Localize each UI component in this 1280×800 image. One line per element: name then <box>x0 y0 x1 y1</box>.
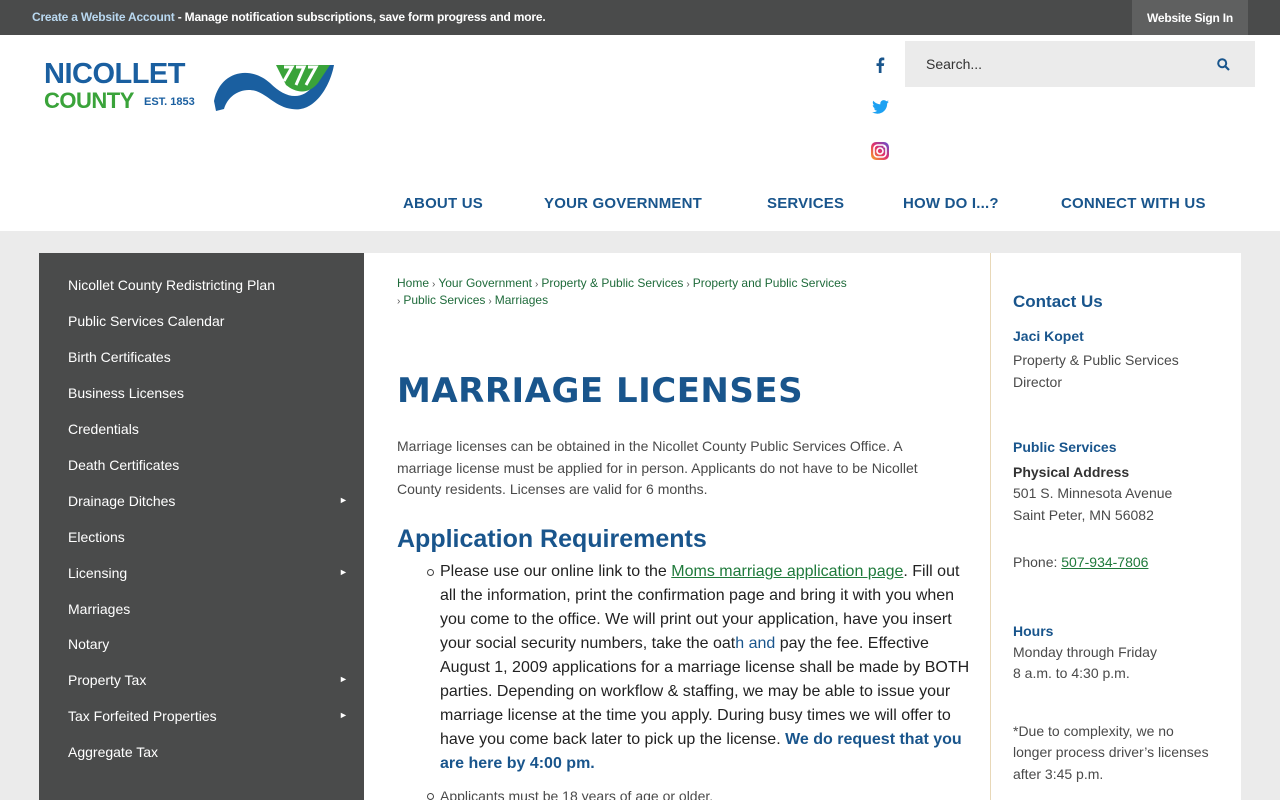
breadcrumb-line2: › Public Services › Marriages <box>397 293 549 307</box>
sidebar-item-credentials[interactable]: Credentials <box>68 421 139 437</box>
hours-line1: Monday through Friday <box>1013 644 1157 660</box>
phone-row: Phone: 507-934-7806 <box>1013 552 1148 574</box>
create-account-link[interactable]: Create a Website Account <box>32 10 175 24</box>
address-line2: Saint Peter, MN 56082 <box>1013 507 1154 523</box>
sidebar-item-notary[interactable]: Notary <box>68 636 109 652</box>
submenu-arrow-icon[interactable]: ► <box>339 567 348 577</box>
twitter-icon[interactable] <box>868 95 892 119</box>
list-item-text: h and <box>735 635 780 652</box>
list-item: Applicants must be 18 years of age or ol… <box>427 784 970 800</box>
facebook-icon[interactable] <box>868 53 892 77</box>
logo-line1: NICOLLET <box>44 58 186 90</box>
note-line2: longer process driver’s licenses <box>1013 744 1209 760</box>
nav-connect-with-us[interactable]: CONNECT WITH US <box>1061 195 1206 212</box>
sidebar-item-business-licenses[interactable]: Business Licenses <box>68 385 184 401</box>
nicollet-county-logo[interactable]: NICOLLET COUNTY EST. 1853 <box>42 59 337 121</box>
top-bar: Create a Website Account - Manage notifi… <box>0 0 1280 35</box>
nav-services[interactable]: SERVICES <box>767 195 844 212</box>
sidebar-nav: Nicollet County Redistricting Plan Publi… <box>39 253 364 800</box>
moms-marriage-application-link[interactable]: Moms marriage application page <box>671 563 903 580</box>
sidebar-item-elections[interactable]: Elections <box>68 529 125 545</box>
submenu-arrow-icon[interactable]: ► <box>339 495 348 505</box>
department-link[interactable]: Public Services <box>1013 439 1117 455</box>
hours-heading: Hours <box>1013 623 1054 639</box>
contact-role-line2: Director <box>1013 374 1063 390</box>
sidebar-item-birth-certificates[interactable]: Birth Certificates <box>68 349 171 365</box>
phone-label: Phone: <box>1013 554 1062 570</box>
sidebar-item-redistricting-plan[interactable]: Nicollet County Redistricting Plan <box>68 277 275 293</box>
search-button[interactable] <box>1211 53 1235 75</box>
sidebar-item-marriages[interactable]: Marriages <box>68 601 130 617</box>
submenu-arrow-icon[interactable]: ► <box>339 710 348 720</box>
logo-wave-icon <box>214 65 334 111</box>
list-item: Please use our online link to the Moms m… <box>427 560 970 776</box>
note-line3: after 3:45 p.m. <box>1013 766 1104 782</box>
breadcrumb-marriages[interactable]: Marriages <box>495 293 548 307</box>
contact-us-heading: Contact Us <box>1013 292 1103 311</box>
sidebar-item-tax-forfeited-properties[interactable]: Tax Forfeited Properties <box>68 708 217 724</box>
logo-line2: COUNTY <box>44 88 134 113</box>
contact-sidebar: Contact Us Jaci Kopet Property & Public … <box>990 253 1241 800</box>
breadcrumb-public-services[interactable]: Public Services <box>403 293 485 307</box>
application-requirements-heading: Application Requirements <box>397 525 707 553</box>
contact-name-link[interactable]: Jaci Kopet <box>1013 328 1084 344</box>
search-input[interactable] <box>905 41 1205 87</box>
account-message: Create a Website Account - Manage notifi… <box>32 10 546 24</box>
search-icon <box>1216 57 1230 71</box>
main-content: Home › Your Government › Property & Public S… <box>364 253 990 800</box>
sidebar-item-licensing[interactable]: Licensing <box>68 565 127 581</box>
account-message-text: - Manage notification subscriptions, sav… <box>174 10 546 24</box>
address-line1: 501 S. Minnesota Avenue <box>1013 485 1173 501</box>
sidebar-item-aggregate-tax[interactable]: Aggregate Tax <box>68 744 158 760</box>
sidebar-item-drainage-ditches[interactable]: Drainage Ditches <box>68 493 175 509</box>
requirements-list: Please use our online link to the Moms m… <box>427 560 970 800</box>
nav-how-do-i[interactable]: HOW DO I...? <box>903 195 999 212</box>
breadcrumb: Home › Your Government › Property & Public S… <box>397 276 847 290</box>
sidebar-item-death-certificates[interactable]: Death Certificates <box>68 457 179 473</box>
contact-role-line1: Property & Public Services <box>1013 352 1179 368</box>
page-title: MARRIAGE LICENSES <box>397 371 804 411</box>
submenu-arrow-icon[interactable]: ► <box>339 674 348 684</box>
note-line1: *Due to complexity, we no <box>1013 723 1174 739</box>
site-header: NICOLLET COUNTY EST. 1853 ABOUT US YOUR … <box>0 35 1280 231</box>
sidebar-item-public-services-calendar[interactable]: Public Services Calendar <box>68 313 224 329</box>
breadcrumb-property-public-services[interactable]: Property & Public Services <box>541 276 683 290</box>
sidebar-item-property-tax[interactable]: Property Tax <box>68 672 146 688</box>
website-sign-in-button[interactable]: Website Sign In <box>1132 0 1248 35</box>
list-item-text: Please use our online link to the <box>440 563 672 580</box>
intro-paragraph: Marriage licenses can be obtained in the… <box>397 438 918 498</box>
logo-est: EST. 1853 <box>144 96 195 108</box>
search-box <box>905 41 1255 87</box>
address-label: Physical Address <box>1013 464 1130 480</box>
breadcrumb-property-and-public-services[interactable]: Property and Public Services <box>693 276 847 290</box>
breadcrumb-your-government[interactable]: Your Government <box>438 276 532 290</box>
breadcrumb-home[interactable]: Home <box>397 276 429 290</box>
nav-your-government[interactable]: YOUR GOVERNMENT <box>544 195 702 212</box>
nav-about-us[interactable]: ABOUT US <box>403 195 483 212</box>
hours-line2: 8 a.m. to 4:30 p.m. <box>1013 665 1130 681</box>
instagram-icon[interactable] <box>868 139 892 163</box>
phone-link[interactable]: 507-934-7806 <box>1061 554 1148 570</box>
